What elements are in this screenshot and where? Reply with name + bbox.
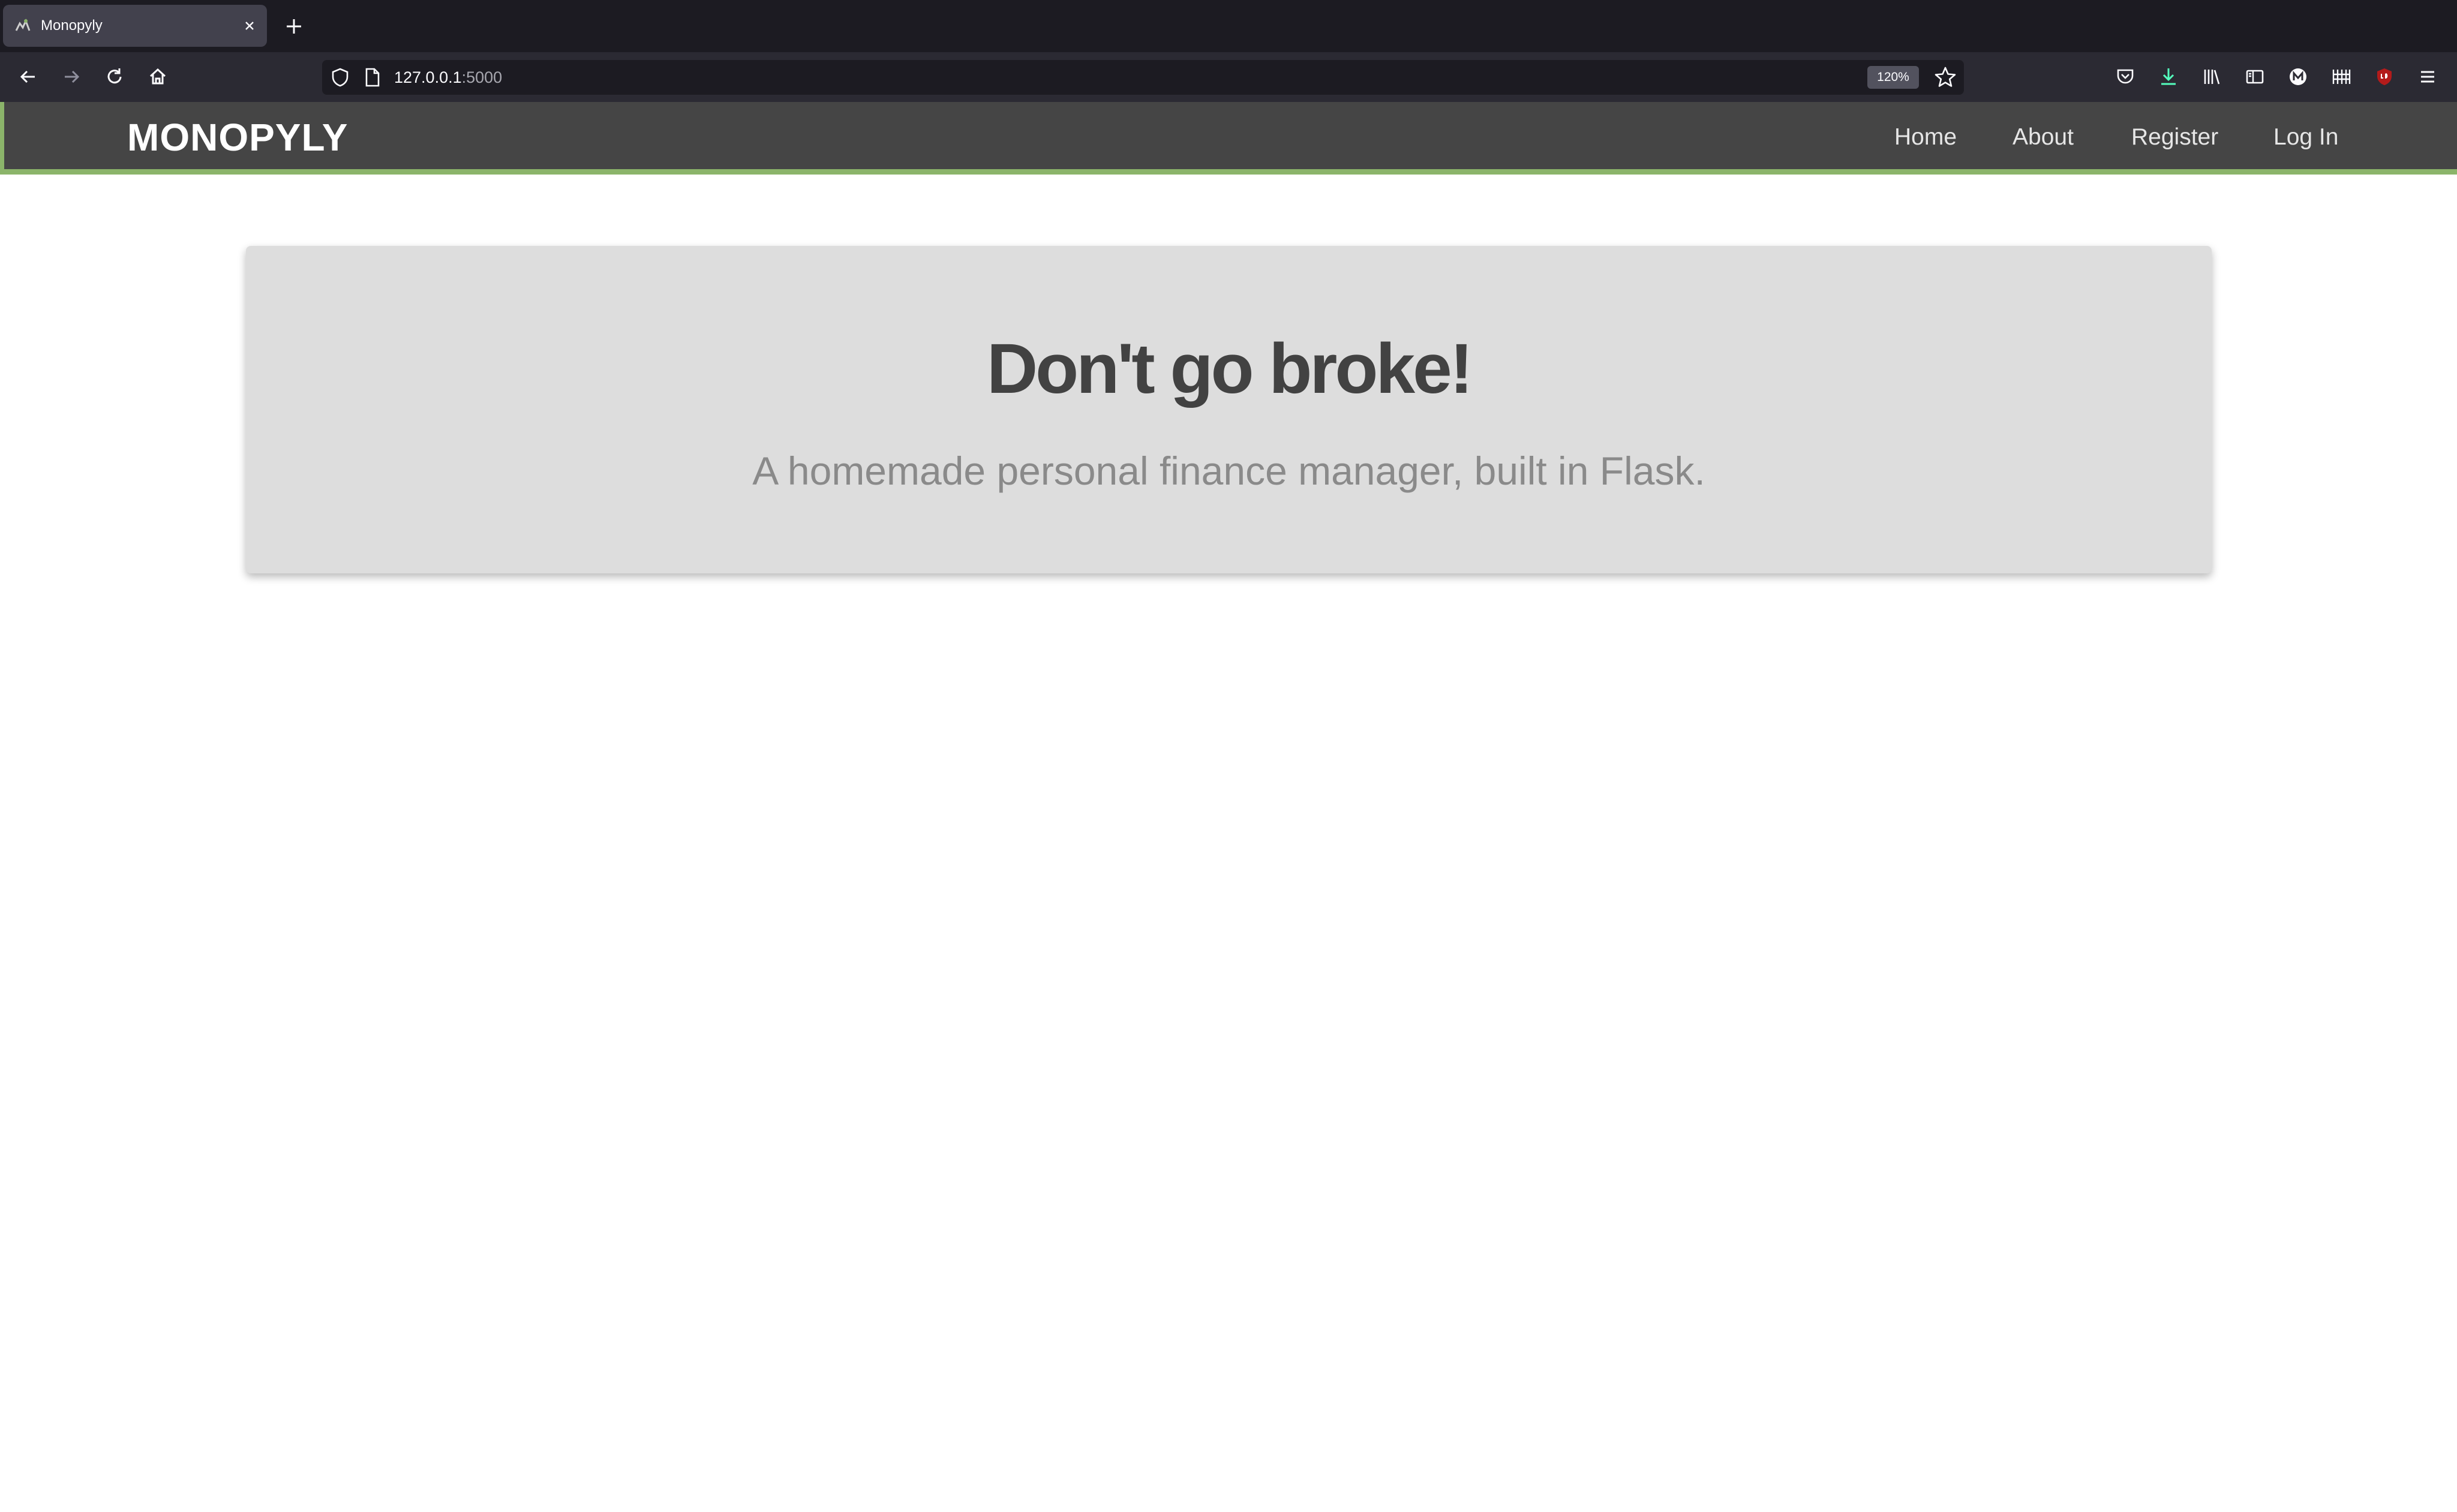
menu-hamburger-icon[interactable] bbox=[2414, 64, 2441, 90]
browser-tab-strip: Monopyly bbox=[0, 0, 2457, 52]
tracking-shield-icon[interactable] bbox=[330, 67, 350, 88]
page-info-icon[interactable] bbox=[364, 67, 382, 88]
ublock-origin-icon[interactable] bbox=[2371, 64, 2398, 90]
url-port: :5000 bbox=[461, 68, 503, 86]
sidebar-icon[interactable] bbox=[2242, 64, 2268, 90]
forward-arrow-icon[interactable] bbox=[58, 64, 85, 90]
tab-close-icon[interactable] bbox=[239, 16, 260, 36]
nav-link-home[interactable]: Home bbox=[1894, 112, 1957, 163]
extension-grid-icon[interactable] bbox=[2328, 64, 2354, 90]
nav-link-about[interactable]: About bbox=[2013, 112, 2074, 163]
bookmark-star-icon[interactable] bbox=[1933, 65, 1958, 90]
home-icon[interactable] bbox=[145, 64, 171, 90]
new-tab-plus-icon[interactable] bbox=[282, 14, 306, 38]
nav-link-login[interactable]: Log In bbox=[2273, 112, 2338, 163]
url-text[interactable]: 127.0.0.1:5000 bbox=[394, 60, 502, 95]
hero-tagline: A homemade personal finance manager, bui… bbox=[752, 449, 1705, 493]
monopyly-favicon-icon bbox=[15, 19, 31, 31]
site-brand-logo[interactable]: MONOPYLY bbox=[127, 112, 348, 163]
nav-link-register[interactable]: Register bbox=[2131, 112, 2218, 163]
zoom-level-badge[interactable]: 120% bbox=[1867, 66, 1919, 89]
library-icon[interactable] bbox=[2198, 64, 2225, 90]
reload-icon[interactable] bbox=[101, 64, 128, 90]
hero-headline: Don't go broke! bbox=[986, 329, 1473, 408]
downloads-icon[interactable] bbox=[2155, 64, 2182, 90]
browser-tab[interactable]: Monopyly bbox=[3, 5, 267, 47]
url-bar[interactable] bbox=[322, 60, 1964, 95]
site-header bbox=[0, 102, 2457, 175]
back-arrow-icon[interactable] bbox=[15, 64, 41, 90]
url-host: 127.0.0.1 bbox=[394, 68, 462, 86]
account-avatar-icon[interactable] bbox=[2285, 64, 2311, 90]
pocket-icon[interactable] bbox=[2112, 64, 2138, 90]
tab-title: Monopyly bbox=[41, 17, 103, 34]
